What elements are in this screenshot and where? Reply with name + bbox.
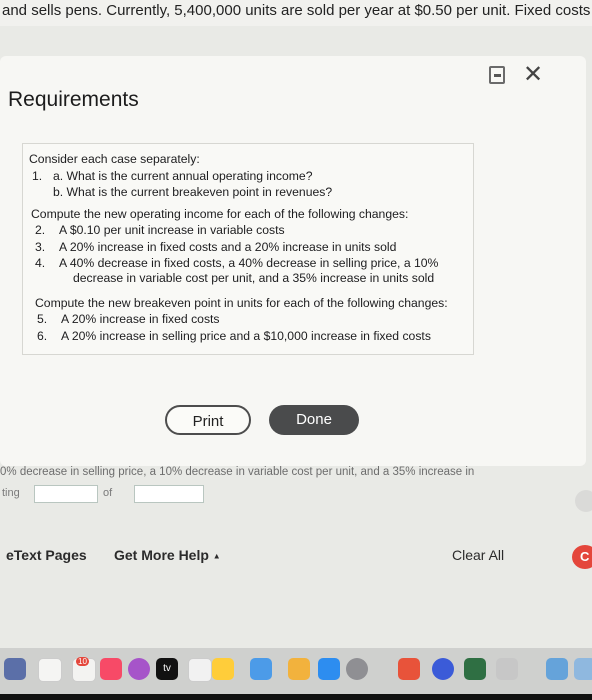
get-more-help-link[interactable]: Get More Help ▲ <box>114 540 221 571</box>
req-4-line1: A 40% decrease in fixed costs, a 40% dec… <box>59 256 439 270</box>
excel-app-icon[interactable] <box>464 658 486 680</box>
minimize-button[interactable] <box>489 66 505 84</box>
pages-app-icon[interactable] <box>288 658 310 680</box>
calendar-badge: 10 <box>76 657 89 666</box>
answer-of-label: of <box>103 487 113 499</box>
word-app-icon[interactable] <box>4 658 26 680</box>
answer-row-label: ting <box>2 487 20 499</box>
numbers-app-icon[interactable] <box>212 658 234 680</box>
req-1b: b. What is the current breakeven point i… <box>53 185 333 199</box>
tv-app-icon[interactable]: tv <box>156 658 178 680</box>
background-question-text: and sells pens. Currently, 5,400,000 uni… <box>0 0 592 26</box>
podcasts-app-icon[interactable] <box>128 658 150 680</box>
news-app-icon[interactable] <box>188 658 212 682</box>
footer-bar: eText Pages Get More Help ▲ Clear All <box>0 540 592 570</box>
answer-input-2[interactable] <box>134 485 204 503</box>
req-number-1: 1. <box>32 169 43 183</box>
requirements-dialog: ✕ Requirements Consider each case separa… <box>0 56 586 466</box>
etext-pages-link[interactable]: eText Pages <box>6 540 87 570</box>
done-button[interactable]: Done <box>269 405 359 435</box>
req-1a: a. What is the current annual operating … <box>53 169 313 183</box>
req-3: A 20% increase in fixed costs and a 20% … <box>59 240 397 254</box>
req-2: A $0.10 per unit increase in variable co… <box>59 223 285 237</box>
get-more-help-label: Get More Help <box>114 547 209 563</box>
check-answer-button[interactable]: C <box>572 545 592 569</box>
preview-app-icon[interactable] <box>496 658 518 680</box>
music-app-icon[interactable] <box>100 658 122 680</box>
screen-bottom-edge <box>0 694 592 700</box>
req-number-5: 5. <box>37 312 48 326</box>
notes-app-icon[interactable] <box>38 658 62 682</box>
requirements-box: Consider each case separately: 1. a. Wha… <box>22 143 474 355</box>
keynote-app-icon[interactable] <box>250 658 272 680</box>
print-button[interactable]: Print <box>165 405 251 435</box>
background-answer-text: 0% decrease in selling price, a 10% decr… <box>0 466 475 478</box>
downloads-folder-icon[interactable] <box>546 658 568 680</box>
mac-dock: 10 tv <box>0 648 592 694</box>
case-note: Consider each case separately: <box>29 152 200 166</box>
tv-label: tv <box>163 663 171 674</box>
clear-all-button[interactable]: Clear All <box>452 540 504 570</box>
req-number-6: 6. <box>37 329 48 343</box>
office-app-icon[interactable] <box>398 658 420 680</box>
close-button[interactable]: ✕ <box>521 63 545 88</box>
dialog-title: Requirements <box>8 88 139 111</box>
appstore-app-icon[interactable] <box>318 658 340 680</box>
documents-folder-icon[interactable] <box>574 658 592 680</box>
answer-input-1[interactable] <box>34 485 98 503</box>
operating-income-intro: Compute the new operating income for eac… <box>31 207 409 221</box>
breakeven-intro: Compute the new breakeven point in units… <box>35 296 448 310</box>
calendar-app-icon[interactable]: 10 <box>72 657 96 682</box>
req-number-2: 2. <box>35 223 46 237</box>
req-6: A 20% increase in selling price and a $1… <box>61 329 431 343</box>
req-4-line2: decrease in variable cost per unit, and … <box>73 271 435 285</box>
req-5: A 20% increase in fixed costs <box>61 312 220 326</box>
caret-up-icon: ▲ <box>212 551 221 561</box>
settings-app-icon[interactable] <box>346 658 368 680</box>
req-number-3: 3. <box>35 240 46 254</box>
side-circle <box>575 490 592 512</box>
zoom-app-icon[interactable] <box>432 658 454 680</box>
req-number-4: 4. <box>35 256 46 270</box>
